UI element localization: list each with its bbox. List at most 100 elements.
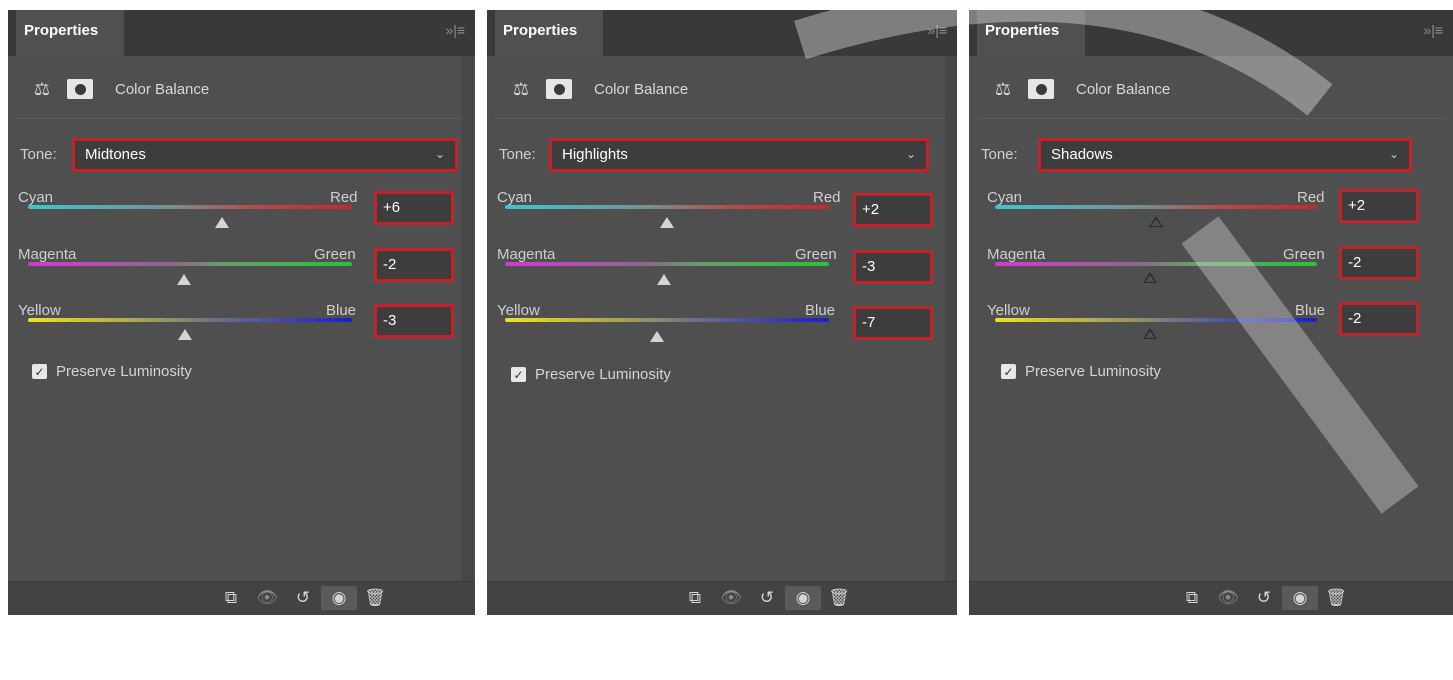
divider [16,118,467,119]
preserve-luminosity-label: Preserve Luminosity [56,363,192,380]
chevron-down-icon: ⌄ [434,147,445,161]
balance-scale-icon[interactable]: ⚖ [984,77,1022,101]
adjustment-header: ⚖ Color Balance [984,74,1170,104]
chevron-down-icon: ⌄ [905,147,916,161]
yellow-blue-slider-track[interactable] [28,318,352,322]
yellow-blue-slider-thumb[interactable] [178,329,193,340]
preserve-luminosity-checkbox[interactable]: ✓ [1001,364,1016,379]
tone-dropdown[interactable]: Highlights ⌄ [549,138,929,172]
properties-tab[interactable]: Properties [495,10,603,56]
panel-menu-icon[interactable]: »|≡ [927,22,947,38]
tone-label: Tone: [499,146,536,163]
magenta-green-slider-track[interactable] [995,262,1317,266]
yellow-blue-slider-track[interactable] [505,318,829,322]
magenta-green-slider-track[interactable] [28,262,352,266]
preserve-luminosity-checkbox[interactable]: ✓ [511,367,526,382]
preserve-luminosity-option[interactable]: ✓ Preserve Luminosity [511,366,671,383]
clip-to-layer-icon[interactable]: ⧉ [1174,586,1210,610]
preserve-luminosity-option[interactable]: ✓ Preserve Luminosity [1001,363,1161,380]
panel-header: Properties »|≡ [969,10,1453,56]
properties-panel-highlights: Properties »|≡ ⚖ Color Balance Tone: Hig… [487,10,957,615]
slider-left-label-yellow: Yellow [18,302,61,319]
adjustment-title: Color Balance [594,80,689,98]
yellow-blue-slider-thumb[interactable] [650,331,665,342]
reset-icon[interactable]: ↺ [749,586,785,610]
cyan-red-value-field[interactable]: +2 [853,193,933,227]
yellow-blue-value-field[interactable]: -2 [1339,302,1419,336]
slider-right-label-red: Red [330,189,358,206]
yellow-blue-slider-track[interactable] [995,318,1317,322]
balance-scale-icon[interactable]: ⚖ [23,77,61,101]
preserve-luminosity-label: Preserve Luminosity [535,366,671,383]
yellow-blue-value-field[interactable]: -7 [853,306,933,340]
cyan-red-slider-track[interactable] [995,205,1317,209]
visibility-eye-icon[interactable]: ◉ [321,586,357,610]
panel-footer: ⧉ 👁 ↺ ◉ 🗑 [8,581,475,615]
cyan-red-slider-thumb[interactable] [660,217,674,228]
clip-to-layer-icon[interactable]: ⧉ [677,586,713,610]
cyan-red-slider-track[interactable] [28,205,352,209]
visibility-eye-icon[interactable]: ◉ [1282,586,1318,610]
properties-tab[interactable]: Properties [16,10,124,56]
slider-left-label-magenta: Magenta [497,246,556,263]
properties-tab[interactable]: Properties [977,10,1085,56]
magenta-green-slider-track[interactable] [505,262,829,266]
preserve-luminosity-option[interactable]: ✓ Preserve Luminosity [32,363,192,380]
properties-panel-shadows: Properties »|≡ ⚖ Color Balance Tone: Sha… [969,10,1453,615]
slider-right-label-red: Red [1297,189,1325,206]
panel-menu-icon[interactable]: »|≡ [1423,22,1443,38]
panel-footer: ⧉ 👁 ↺ ◉ 🗑 [969,581,1453,615]
yellow-blue-value-field[interactable]: -3 [374,304,454,338]
panel-header: Properties »|≡ [8,10,475,56]
visibility-eye-icon[interactable]: ◉ [785,586,821,610]
view-previous-icon[interactable]: 👁 [249,586,285,610]
yellow-blue-slider-thumb[interactable] [1142,328,1157,339]
adjustment-header: ⚖ Color Balance [502,74,688,104]
reset-icon[interactable]: ↺ [285,586,321,610]
balance-scale-icon[interactable]: ⚖ [502,77,540,101]
tone-dropdown[interactable]: Shadows ⌄ [1038,138,1412,172]
view-previous-icon[interactable]: 👁 [1210,586,1246,610]
tone-dropdown-value: Highlights [562,146,628,163]
magenta-green-value-field[interactable]: -2 [374,248,454,282]
cyan-red-slider-thumb[interactable] [215,217,230,228]
magenta-green-value-field[interactable]: -3 [853,250,933,284]
layer-mask-icon[interactable] [67,79,93,99]
cyan-red-value-field[interactable]: +6 [374,191,454,225]
tone-dropdown[interactable]: Midtones ⌄ [72,138,458,172]
panel-menu-icon[interactable]: »|≡ [445,22,465,38]
view-previous-icon[interactable]: 👁 [713,586,749,610]
magenta-green-value-field[interactable]: -2 [1339,246,1419,280]
cyan-red-value-field[interactable]: +2 [1339,189,1419,223]
slider-left-label-yellow: Yellow [497,302,540,319]
magenta-green-slider-thumb[interactable] [1142,272,1157,283]
panel-footer: ⧉ 👁 ↺ ◉ 🗑 [487,581,957,615]
reset-icon[interactable]: ↺ [1246,586,1282,610]
preserve-luminosity-label: Preserve Luminosity [1025,363,1161,380]
slider-right-label-green: Green [795,246,837,263]
magenta-green-slider-thumb[interactable] [176,274,191,285]
layer-mask-icon[interactable] [1028,79,1054,99]
adjustment-title: Color Balance [115,80,210,98]
slider-right-label-green: Green [1283,246,1325,263]
magenta-green-slider-thumb[interactable] [656,274,671,285]
preserve-luminosity-checkbox[interactable]: ✓ [32,364,47,379]
layer-mask-icon[interactable] [546,79,572,99]
slider-left-label-magenta: Magenta [987,246,1046,263]
cyan-red-slider-track[interactable] [505,205,829,209]
chevron-down-icon: ⌄ [1388,147,1399,161]
scrollbar[interactable] [945,56,957,581]
slider-left-label-yellow: Yellow [987,302,1030,319]
slider-right-label-blue: Blue [1295,302,1326,319]
trash-icon[interactable]: 🗑 [821,586,857,610]
tone-dropdown-value: Midtones [85,146,146,163]
scrollbar[interactable] [462,56,474,581]
trash-icon[interactable]: 🗑 [1318,586,1354,610]
clip-to-layer-icon[interactable]: ⧉ [213,586,249,610]
trash-icon[interactable]: 🗑 [357,586,393,610]
divider [977,118,1445,119]
slider-left-label-cyan: Cyan [497,189,533,206]
slider-right-label-green: Green [314,246,356,263]
panel-header: Properties »|≡ [487,10,957,56]
cyan-red-slider-thumb[interactable] [1149,216,1163,227]
